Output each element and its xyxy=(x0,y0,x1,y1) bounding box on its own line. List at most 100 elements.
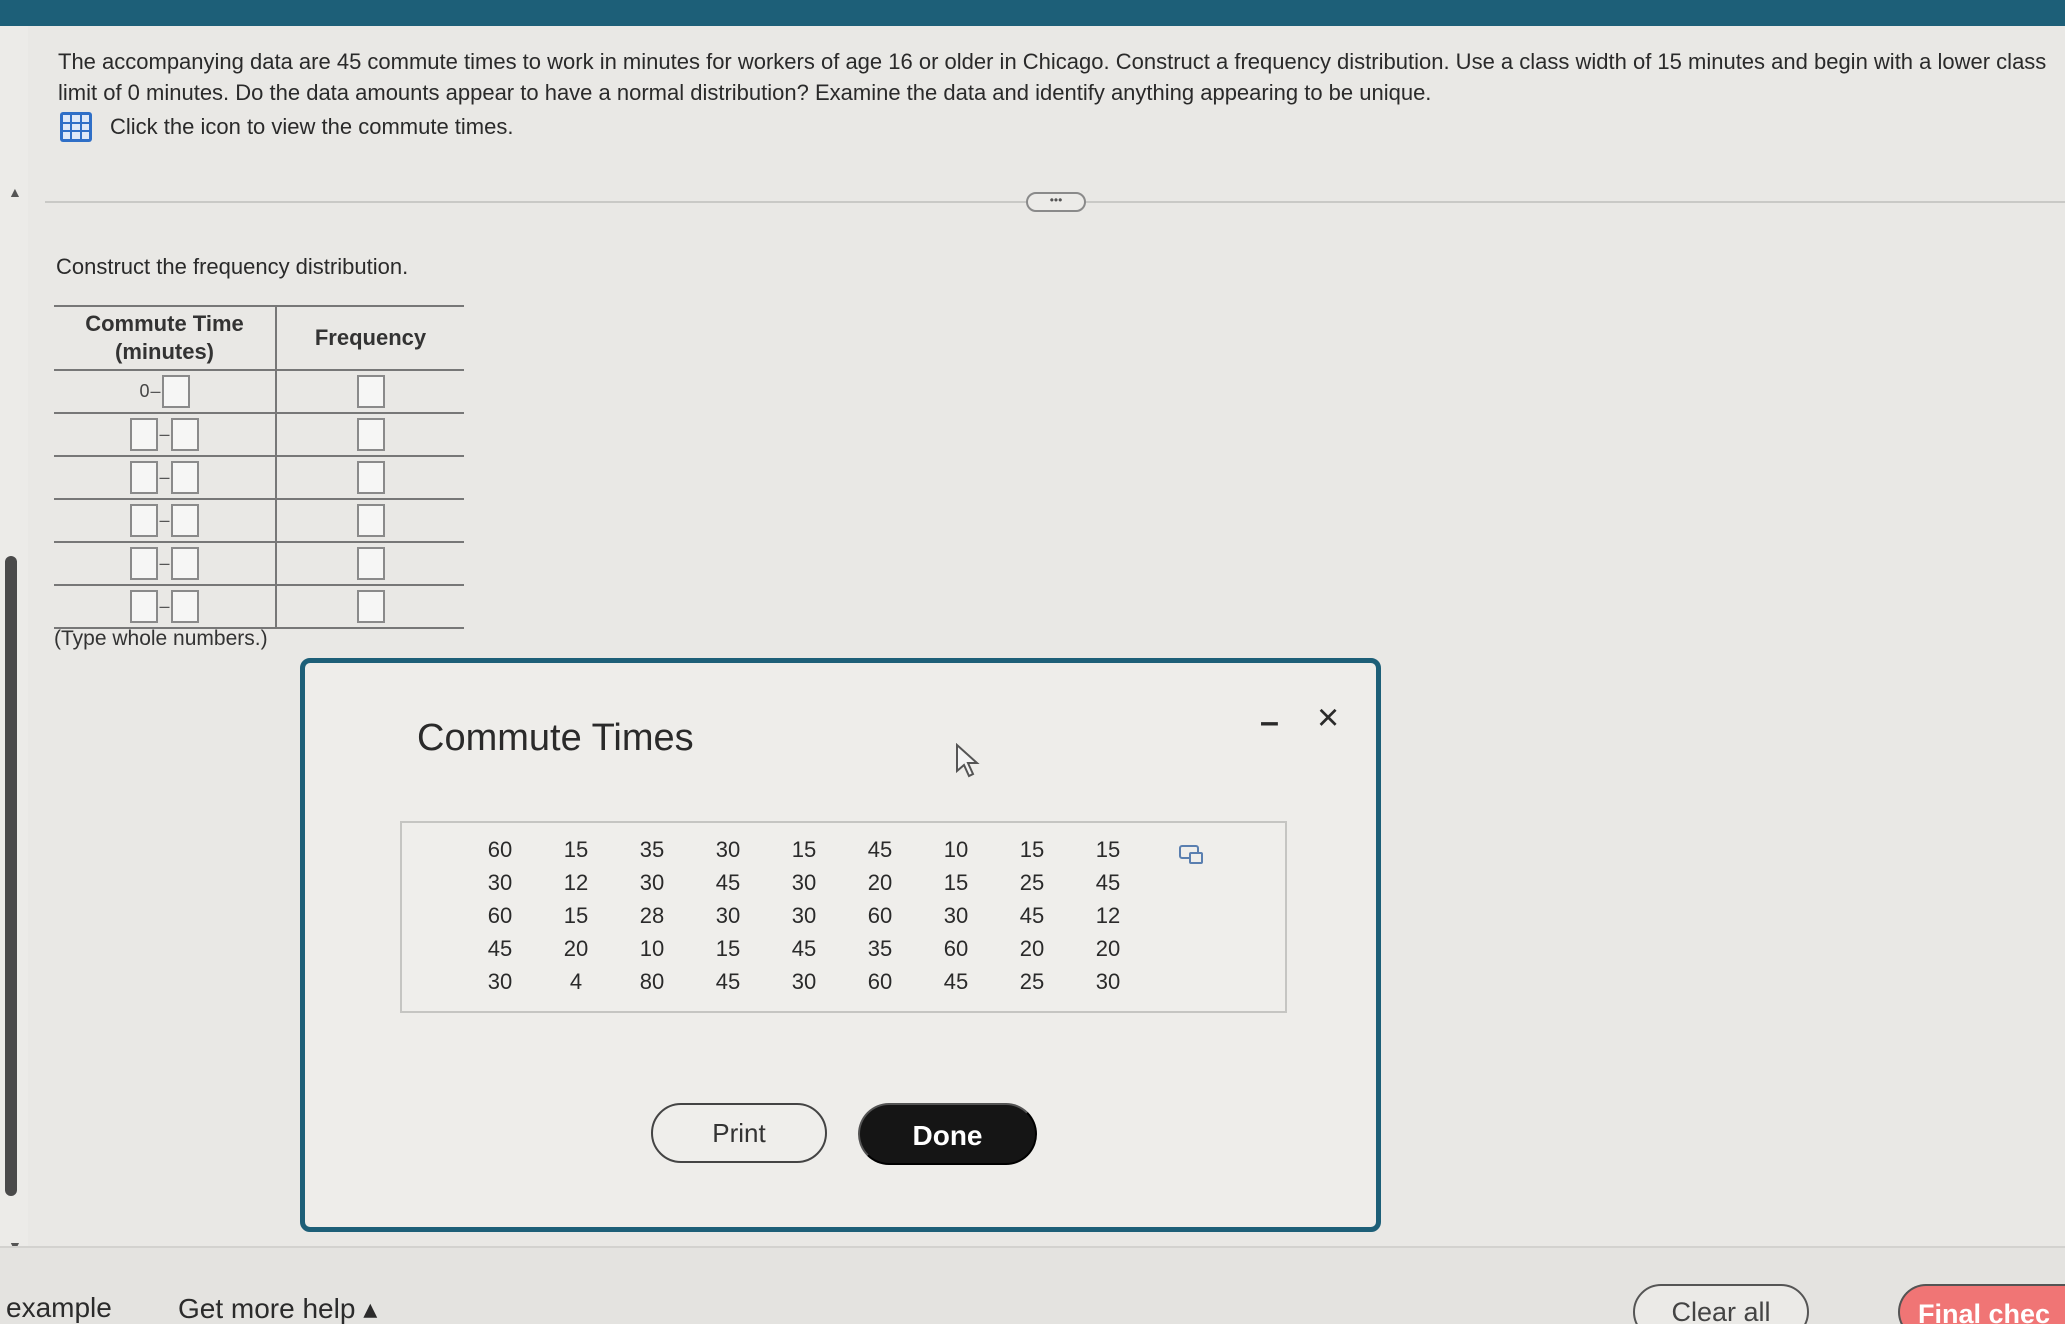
type-note: (Type whole numbers.) xyxy=(54,627,268,650)
lower-limit-input[interactable] xyxy=(130,504,159,537)
data-cell: 45 xyxy=(867,836,893,862)
print-button[interactable]: Print xyxy=(651,1103,827,1163)
lower-limit-input[interactable] xyxy=(130,547,159,580)
lower-limit-fixed: 0 xyxy=(139,381,150,401)
data-cell: 30 xyxy=(791,902,817,928)
frequency-input[interactable] xyxy=(356,418,385,451)
done-button[interactable]: Done xyxy=(858,1103,1037,1165)
clear-all-button[interactable]: Clear all xyxy=(1633,1284,1809,1324)
table-row: 60 15 28 30 30 60 30 45 12 xyxy=(462,899,1146,932)
upper-limit-input[interactable] xyxy=(170,418,199,451)
data-cell: 15 xyxy=(563,902,589,928)
data-cell: 30 xyxy=(715,836,741,862)
data-cell: 35 xyxy=(867,935,893,961)
data-cell: 30 xyxy=(943,902,969,928)
get-more-help-link[interactable]: Get more help ▴ xyxy=(178,1292,377,1324)
frequency-input[interactable] xyxy=(356,504,385,537)
upper-limit-input[interactable] xyxy=(170,590,199,623)
data-cell: 12 xyxy=(563,869,589,895)
data-cell: 45 xyxy=(791,935,817,961)
minimize-icon[interactable]: – xyxy=(1260,703,1279,742)
range-dash: – xyxy=(150,381,161,401)
frequency-input[interactable] xyxy=(356,375,385,408)
lower-limit-input[interactable] xyxy=(130,461,159,494)
data-cell: 15 xyxy=(791,836,817,862)
upper-limit-input[interactable] xyxy=(170,504,199,537)
frequency-input[interactable] xyxy=(356,590,385,623)
instruction-label: Construct the frequency distribution. xyxy=(56,254,409,279)
range-dash: – xyxy=(159,510,170,530)
dialog-title: Commute Times xyxy=(417,717,694,759)
table-row: 0– xyxy=(54,370,464,414)
data-cell: 20 xyxy=(867,869,893,895)
data-table-container: 60 15 35 30 15 45 10 15 15 30 12 30 45 30 20 15 25 45 60 15… xyxy=(400,821,1287,1013)
bottom-bar: example Get more help ▴ Clear all Final … xyxy=(0,1246,2065,1324)
data-cell: 25 xyxy=(1019,968,1045,994)
scrollbar-thumb[interactable] xyxy=(5,556,17,1196)
left-scrollbar[interactable]: ▲ ▼ xyxy=(0,26,28,1254)
data-cell: 20 xyxy=(563,935,589,961)
data-cell: 10 xyxy=(639,935,665,961)
example-link[interactable]: example xyxy=(6,1292,112,1324)
scroll-up-icon[interactable]: ▲ xyxy=(8,184,22,200)
data-cell: 60 xyxy=(943,935,969,961)
range-dash: – xyxy=(159,553,170,573)
table-row: – xyxy=(54,456,464,500)
data-cell: 20 xyxy=(1095,935,1121,961)
grid-icon[interactable] xyxy=(60,112,92,142)
data-cell: 30 xyxy=(1095,968,1121,994)
question-text: The accompanying data are 45 commute tim… xyxy=(58,49,2047,105)
data-cell: 30 xyxy=(715,902,741,928)
data-cell: 28 xyxy=(639,902,665,928)
table-row: – xyxy=(54,585,464,629)
data-cell: 45 xyxy=(715,968,741,994)
data-cell: 30 xyxy=(791,869,817,895)
data-cell: 30 xyxy=(487,968,513,994)
table-row: – xyxy=(54,499,464,543)
frequency-input[interactable] xyxy=(356,547,385,580)
header-frequency: Frequency xyxy=(276,305,464,371)
data-cell: 20 xyxy=(1019,935,1045,961)
frequency-table: Commute Time (minutes) Frequency 0– – – … xyxy=(54,305,464,629)
frequency-input[interactable] xyxy=(356,461,385,494)
table-row: 45 20 10 15 45 35 60 20 20 xyxy=(462,932,1146,965)
expand-handle[interactable]: ••• xyxy=(1026,192,1086,212)
data-cell: 45 xyxy=(943,968,969,994)
data-cell: 15 xyxy=(1019,836,1045,862)
view-data-link[interactable]: Click the icon to view the commute times… xyxy=(60,112,513,142)
upper-limit-input[interactable] xyxy=(170,461,199,494)
data-cell: 45 xyxy=(1095,869,1121,895)
data-cell: 15 xyxy=(943,869,969,895)
data-cell: 60 xyxy=(487,902,513,928)
data-cell: 15 xyxy=(563,836,589,862)
upper-limit-input[interactable] xyxy=(161,375,190,408)
close-icon[interactable]: × xyxy=(1317,697,1339,740)
range-dash: – xyxy=(159,467,170,487)
data-cell: 60 xyxy=(867,902,893,928)
table-row: 30 4 80 45 30 60 45 25 30 xyxy=(462,965,1146,998)
data-cell: 45 xyxy=(1019,902,1045,928)
data-cell: 60 xyxy=(487,836,513,862)
top-bar xyxy=(0,0,2065,26)
lower-limit-input[interactable] xyxy=(130,590,159,623)
data-cell: 45 xyxy=(715,869,741,895)
view-data-label[interactable]: Click the icon to view the commute times… xyxy=(110,114,513,140)
data-cell: 45 xyxy=(487,935,513,961)
range-dash: – xyxy=(159,596,170,616)
data-cell: 25 xyxy=(1019,869,1045,895)
data-cell: 35 xyxy=(639,836,665,862)
table-row: 60 15 35 30 15 45 10 15 15 xyxy=(462,833,1146,866)
copy-icon[interactable] xyxy=(1179,845,1203,864)
data-cell: 60 xyxy=(867,968,893,994)
table-row: 30 12 30 45 30 20 15 25 45 xyxy=(462,866,1146,899)
data-cell: 15 xyxy=(715,935,741,961)
data-cell: 10 xyxy=(943,836,969,862)
commute-data-table: 60 15 35 30 15 45 10 15 15 30 12 30 45 30 20 15 25 45 60 15… xyxy=(462,833,1146,998)
final-check-button[interactable]: Final chec xyxy=(1898,1284,2065,1324)
upper-limit-input[interactable] xyxy=(170,547,199,580)
data-cell: 15 xyxy=(1095,836,1121,862)
mouse-cursor-icon xyxy=(956,743,980,778)
lower-limit-input[interactable] xyxy=(130,418,159,451)
table-row: – xyxy=(54,542,464,586)
data-cell: 30 xyxy=(487,869,513,895)
